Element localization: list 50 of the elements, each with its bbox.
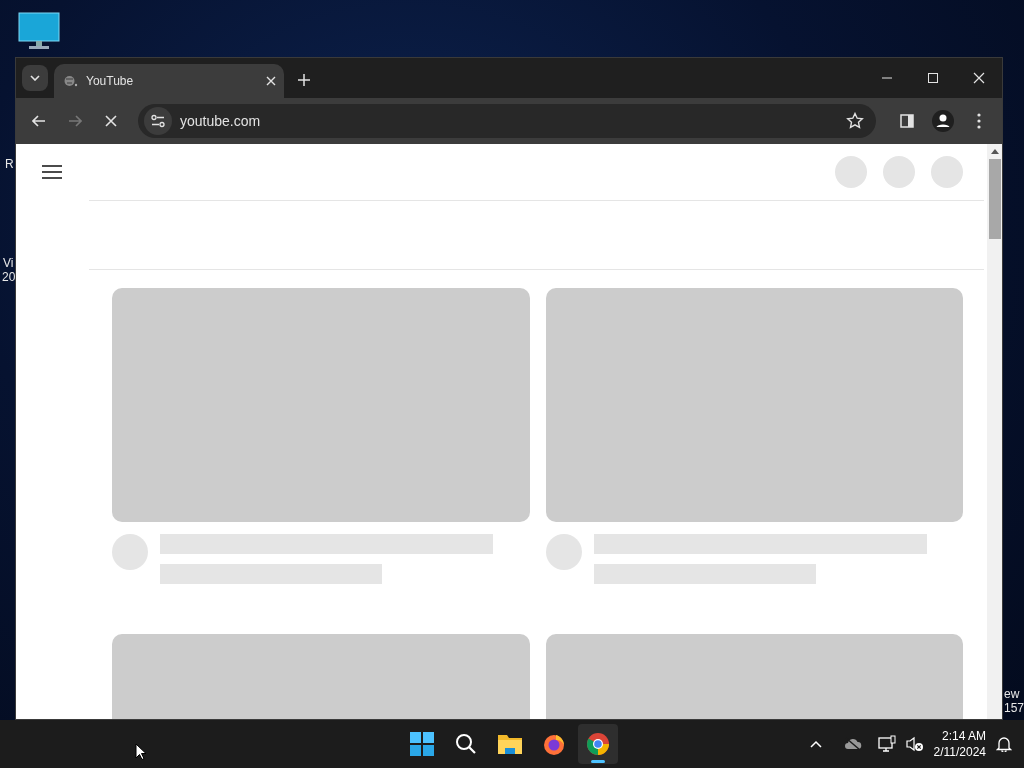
clock[interactable]: 2:14 AM 2/11/2024 [933,728,986,760]
close-icon [973,72,985,84]
star-icon[interactable] [846,112,864,130]
placeholder-circle [883,156,915,188]
network-icon[interactable] [877,735,896,753]
scrollbar-thumb[interactable] [988,159,1001,239]
chrome-button[interactable] [578,724,618,764]
scrollbar[interactable] [987,144,1002,719]
icon-label: R [5,157,14,171]
chrome-icon [586,732,610,756]
icon-label: 157 [1004,701,1024,715]
maximize-icon [927,72,939,84]
icon-label: Vi [3,256,14,270]
chevron-up-icon[interactable] [809,740,822,748]
chevron-down-icon [30,75,40,81]
placeholder-circle [931,156,963,188]
loading-globe-icon [64,75,78,87]
computer-icon[interactable] [18,12,60,50]
side-panel-icon [900,114,914,128]
url-text: youtube.com [180,111,262,131]
back-arrow-icon [32,115,46,127]
folder-icon [497,733,523,755]
tab-close-button[interactable] [266,76,276,86]
speaker-muted-icon[interactable] [905,736,924,752]
avatar-placeholder [546,534,582,570]
fox-globe-icon [542,732,566,756]
windows-icon [410,732,434,756]
icon-label: 20 [2,270,16,284]
close-icon [266,76,276,86]
browser-tab[interactable]: YouTube [54,64,284,98]
tab-list-button[interactable] [22,65,48,91]
icon-label: ew [1004,687,1020,701]
site-settings-icon[interactable] [144,107,172,135]
cloud-off-icon[interactable] [843,737,862,751]
person-icon [932,110,954,132]
close-icon [105,115,117,127]
time-text: 2:14 AM [940,728,986,744]
forward-arrow-icon [68,115,82,127]
notification-bell-icon[interactable] [996,736,1012,752]
plus-icon [298,74,310,86]
mouse-cursor-icon [135,743,147,761]
date-text: 2/11/2024 [933,744,986,760]
menu-icon[interactable] [42,165,62,179]
tab-title: YouTube [86,73,135,90]
avatar-placeholder [112,534,148,570]
address-bar[interactable]: youtube.com [138,104,876,138]
placeholder-circle [835,156,867,188]
search-icon [455,733,477,755]
scroll-up-icon[interactable] [990,148,999,154]
more-icon [977,113,981,129]
